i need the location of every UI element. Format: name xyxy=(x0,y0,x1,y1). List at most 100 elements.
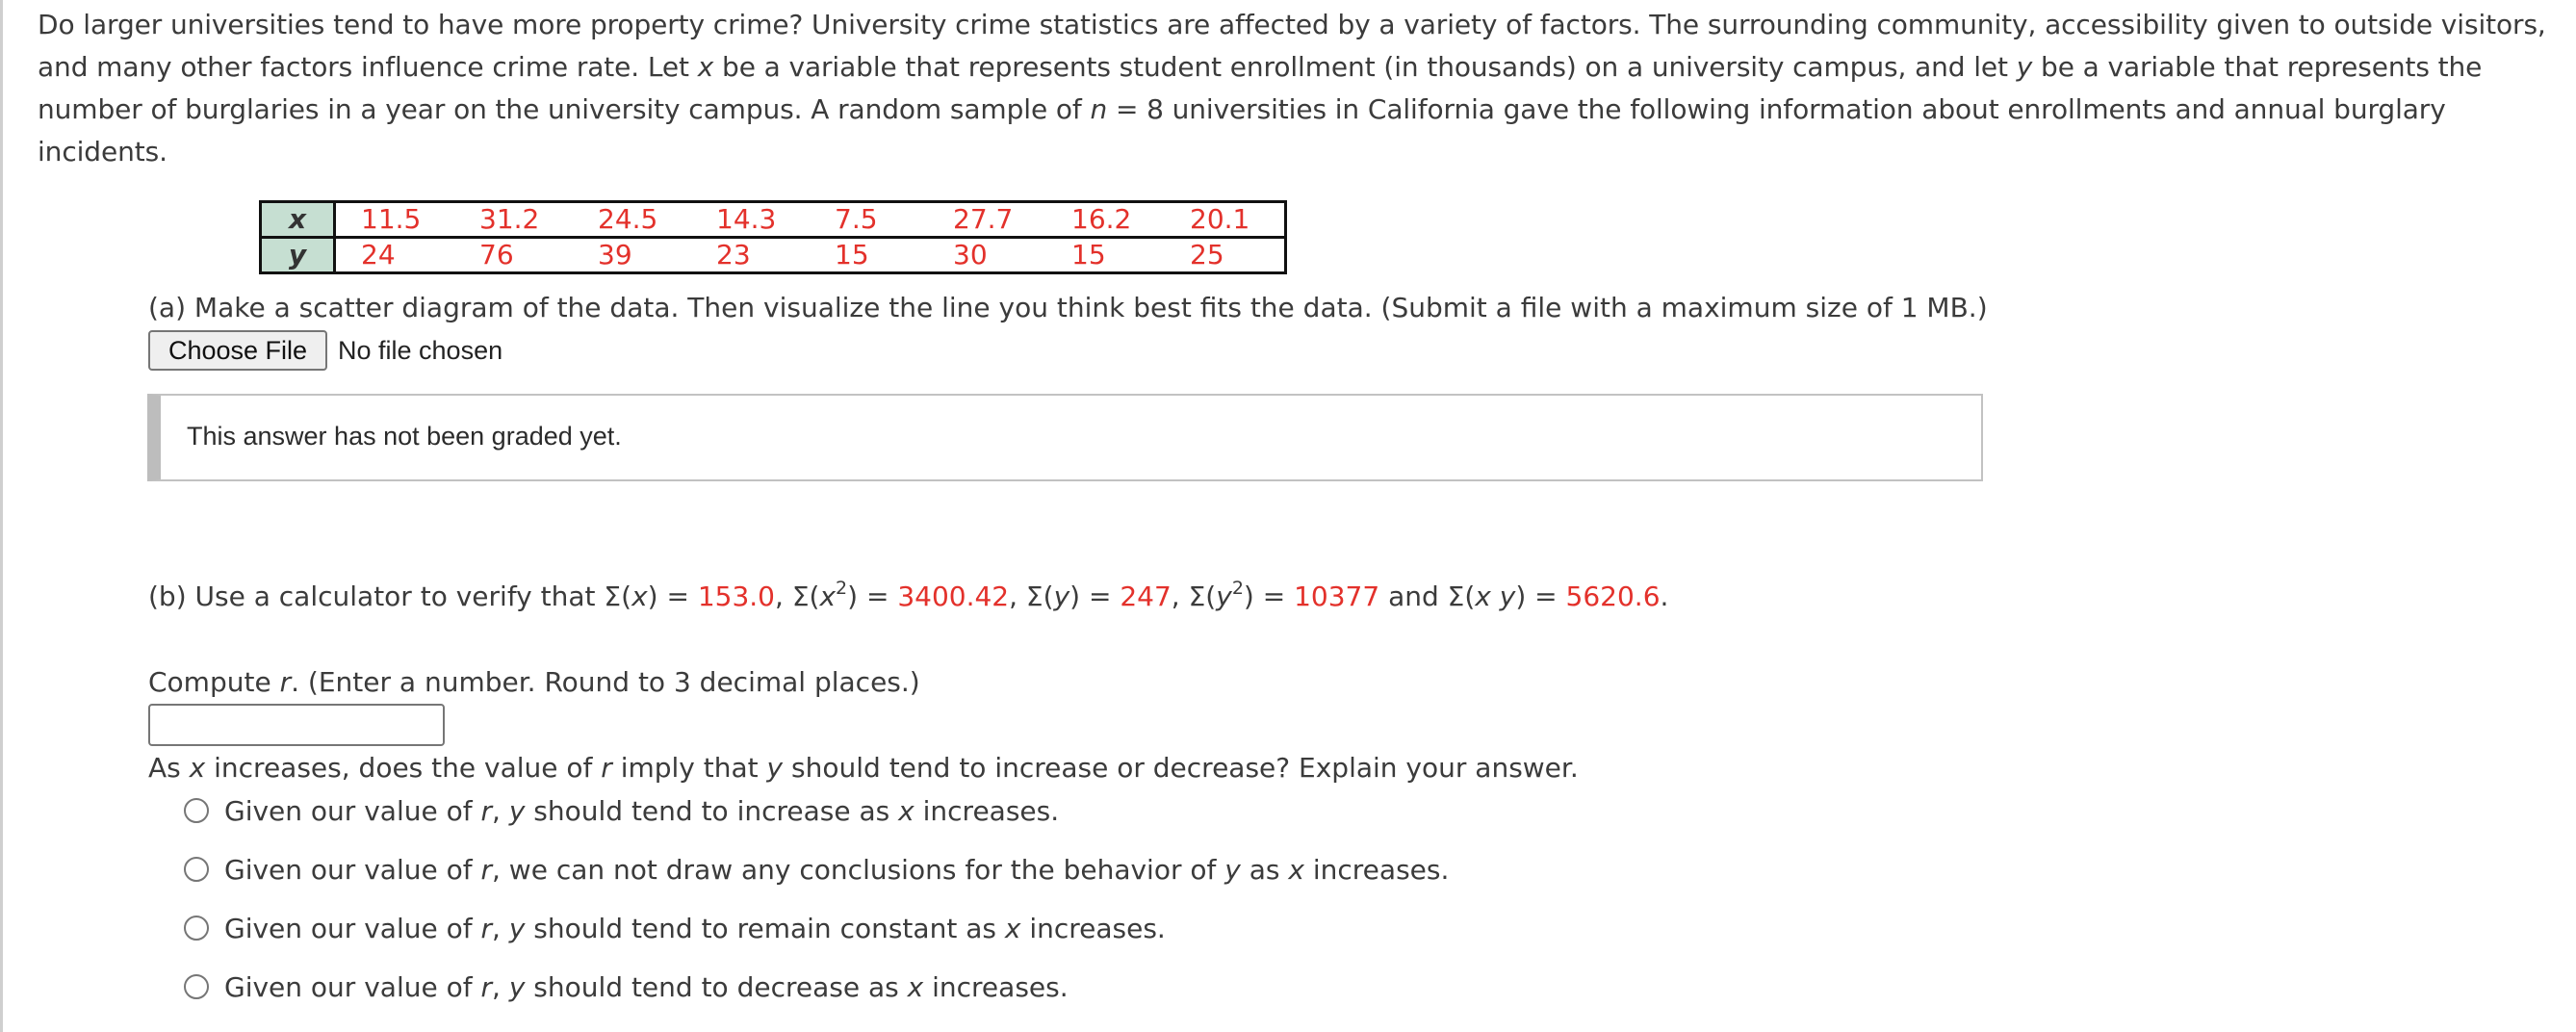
question-text: should tend to increase or decrease? Exp… xyxy=(783,752,1579,784)
part-a-prompt: (a) Make a scatter diagram of the data. … xyxy=(148,292,1988,323)
option-text: should tend to increase as xyxy=(525,794,899,827)
option-text: increases. xyxy=(914,794,1060,827)
choose-file-button[interactable]: Choose File xyxy=(148,330,327,371)
option-text: as xyxy=(1240,853,1289,886)
sigma-symbol: Σ xyxy=(791,580,810,612)
sum-y2-value: 10377 xyxy=(1294,580,1380,612)
answer-options: Given our value of r, y should tend to i… xyxy=(184,791,1449,1026)
option-text: increases. xyxy=(1303,853,1450,886)
sigma-symbol: Σ xyxy=(1188,580,1206,612)
option-label: Given our value of r, y should tend to r… xyxy=(224,913,1166,944)
paren: ( xyxy=(809,580,820,612)
table-cell: 76 xyxy=(454,236,573,273)
equals: ) = xyxy=(1069,580,1121,612)
paren: ( xyxy=(1043,580,1054,612)
option-text: Given our value of xyxy=(224,912,481,944)
var-y: y xyxy=(508,794,526,827)
exponent: 2 xyxy=(836,577,848,599)
option-text: , we can not draw any conclusions for th… xyxy=(492,853,1225,886)
option-text: increases. xyxy=(923,970,1069,1003)
sigma-symbol: Σ xyxy=(604,580,622,612)
var-r: r xyxy=(279,666,292,698)
separator: , xyxy=(1171,580,1189,612)
intro-paragraph: Do larger universities tend to have more… xyxy=(38,4,2560,173)
table-cell: 23 xyxy=(691,236,810,273)
question-text: imply that xyxy=(611,752,767,784)
var-y: y xyxy=(766,752,784,784)
table-cell: 15 xyxy=(810,236,928,273)
table-cell: 27.7 xyxy=(953,203,1014,235)
problem-intro: Do larger universities tend to have more… xyxy=(38,4,2560,173)
question-text: As xyxy=(148,752,190,784)
table-cell: 39 xyxy=(573,236,691,273)
option-constant[interactable]: Given our value of r, y should tend to r… xyxy=(184,909,1449,947)
option-text: , xyxy=(492,912,509,944)
direction-question: As x increases, does the value of r impl… xyxy=(148,749,1579,787)
exponent: 2 xyxy=(1231,577,1244,599)
row-header-y: y xyxy=(260,236,336,273)
sum-x2-value: 3400.42 xyxy=(897,580,1010,612)
prompt-text: . (Enter a number. Round to 3 decimal pl… xyxy=(291,666,920,698)
radio-button[interactable] xyxy=(184,916,209,941)
paren: ( xyxy=(1464,580,1476,612)
equals: ) = xyxy=(647,580,698,612)
paren: ( xyxy=(1205,580,1217,612)
option-text: Given our value of xyxy=(224,853,481,886)
var-y: y xyxy=(508,970,526,1003)
table-cell: 24 xyxy=(334,236,454,273)
conjunction: and xyxy=(1379,580,1448,612)
table-row-x: x 11.5 31.2 24.5 14.3 7.5 27.7 16.2 20.1 xyxy=(260,201,1286,238)
var-y: y xyxy=(1224,853,1241,886)
var-x: x xyxy=(1004,912,1021,944)
table-cell: 31.2 xyxy=(479,203,540,235)
option-decrease[interactable]: Given our value of r, y should tend to d… xyxy=(184,968,1449,1006)
file-status: No file chosen xyxy=(338,335,503,365)
var-r: r xyxy=(480,912,492,944)
separator: , xyxy=(775,580,792,612)
var-r: r xyxy=(480,794,492,827)
question-text: increases, does the value of xyxy=(205,752,602,784)
table-cell: 15 xyxy=(1046,236,1165,273)
option-text: increases. xyxy=(1020,912,1166,944)
var-x: x xyxy=(907,970,924,1003)
table-cell: 20.1 xyxy=(1190,203,1250,235)
separator: , xyxy=(1009,580,1026,612)
table-cell: 7.5 xyxy=(835,203,878,235)
row-header-x: x xyxy=(260,201,336,238)
option-no-conclusion[interactable]: Given our value of r, we can not draw an… xyxy=(184,850,1449,889)
option-text: Given our value of xyxy=(224,794,481,827)
file-upload: Choose File No file chosen xyxy=(148,330,502,371)
table-cell: 30 xyxy=(928,236,1046,273)
var-x: x xyxy=(1288,853,1304,886)
table-cell: 24.5 xyxy=(598,203,658,235)
var-y: y xyxy=(508,912,526,944)
radio-button[interactable] xyxy=(184,974,209,999)
var-x: x xyxy=(631,580,648,612)
period: . xyxy=(1660,580,1669,612)
var-x: x xyxy=(898,794,914,827)
var-y: y xyxy=(1053,580,1070,612)
option-label: Given our value of r, we can not draw an… xyxy=(224,854,1449,886)
sum-x-value: 153.0 xyxy=(697,580,775,612)
sigma-symbol: Σ xyxy=(1025,580,1043,612)
option-text: , xyxy=(492,794,509,827)
option-label: Given our value of r, y should tend to d… xyxy=(224,971,1069,1003)
question-page: Do larger universities tend to have more… xyxy=(0,0,2576,1032)
radio-button[interactable] xyxy=(184,857,209,882)
data-table: x 11.5 31.2 24.5 14.3 7.5 27.7 16.2 20.1… xyxy=(259,200,1287,274)
radio-button[interactable] xyxy=(184,798,209,823)
option-text: should tend to remain constant as xyxy=(525,912,1005,944)
option-label: Given our value of r, y should tend to i… xyxy=(224,795,1059,827)
r-answer-input[interactable] xyxy=(148,704,445,746)
table-cell: 14.3 xyxy=(716,203,777,235)
prompt-text: Compute xyxy=(148,666,280,698)
table-row-y: y 24 76 39 23 15 30 15 25 xyxy=(260,236,1286,273)
var-r: r xyxy=(480,970,492,1003)
sum-y-value: 247 xyxy=(1120,580,1172,612)
var-x: x xyxy=(819,580,837,612)
option-increase[interactable]: Given our value of r, y should tend to i… xyxy=(184,791,1449,830)
table-cell: 25 xyxy=(1165,236,1286,273)
var-r: r xyxy=(601,752,612,784)
table-cell: 16.2 xyxy=(1071,203,1132,235)
var-y: y xyxy=(2016,51,2033,83)
